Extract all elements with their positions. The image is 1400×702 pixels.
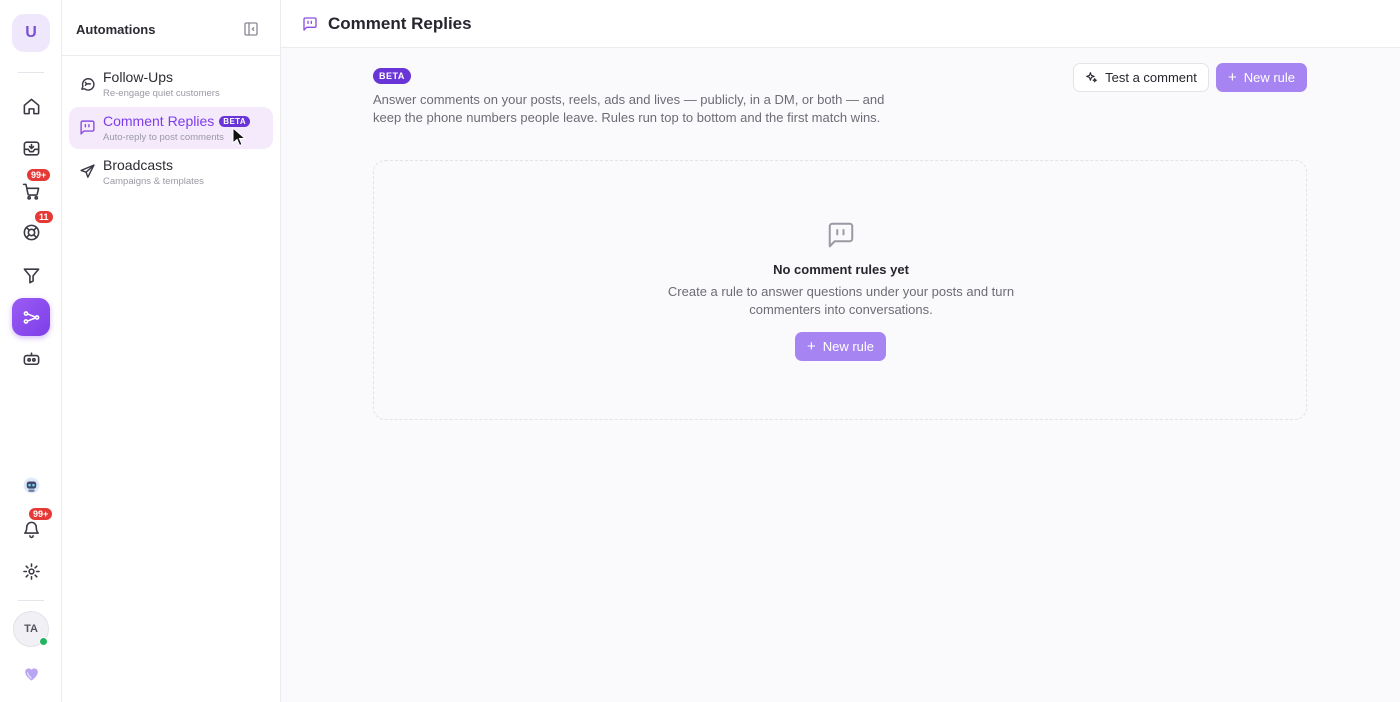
sparkles-icon	[1086, 72, 1098, 83]
page-title: Comment Replies	[328, 14, 472, 33]
test-comment-label: Test a comment	[1105, 70, 1197, 85]
sidebar-item-broadcasts[interactable]: Broadcasts Campaigns & templates	[69, 151, 273, 193]
sidebar-item-subtitle: Campaigns & templates	[103, 176, 204, 187]
sidebar-item-subtitle: Re-engage quiet customers	[103, 88, 220, 99]
beta-badge: BETA	[219, 116, 251, 127]
message-square-quote-icon	[302, 16, 318, 32]
notifications-badge: 99+	[28, 507, 54, 521]
page-header: Comment Replies	[281, 0, 1400, 48]
rail-divider	[18, 72, 44, 73]
sidebar-title: Automations	[76, 22, 156, 37]
empty-state-title: No comment rules yet	[773, 262, 909, 277]
main-content: Comment Replies BETA Answer comments on …	[281, 0, 1400, 702]
sidebar-header: Automations	[62, 0, 280, 56]
filter-icon[interactable]	[17, 261, 45, 289]
empty-state-text: Create a rule to answer questions under …	[667, 284, 1015, 317]
sidebar-item-label: Follow-Ups	[103, 69, 174, 85]
bot-icon[interactable]	[17, 345, 45, 373]
online-status-dot	[39, 637, 48, 646]
plus-icon: +	[806, 338, 816, 355]
new-rule-label: New rule	[822, 339, 875, 354]
message-circle-icon	[79, 75, 96, 92]
support-badge: 11	[34, 210, 54, 224]
sidebar-item-label: Broadcasts	[103, 157, 174, 173]
message-square-quote-icon	[79, 119, 96, 136]
message-square-quote-icon	[826, 220, 856, 250]
gear-icon[interactable]	[17, 557, 45, 585]
sidebar-item-label: Comment Replies BETA	[103, 113, 251, 129]
sidebar-item-follow-ups[interactable]: Follow-Ups Re-engage quiet customers	[69, 63, 273, 105]
home-icon[interactable]	[17, 92, 45, 120]
collapse-sidebar-icon[interactable]	[243, 21, 259, 37]
test-comment-button[interactable]: Test a comment	[1073, 63, 1209, 92]
rail-divider	[18, 600, 44, 601]
page-description: Answer comments on your posts, reels, ad…	[373, 92, 885, 125]
icon-rail: U 99+ 11 99+ TA	[0, 0, 62, 702]
new-rule-button[interactable]: + New rule	[1216, 63, 1307, 92]
workspace-avatar[interactable]: U	[12, 14, 50, 52]
sidebar-item-label-text: Comment Replies	[103, 113, 215, 129]
automations-icon[interactable]	[12, 298, 50, 336]
beta-badge: BETA	[373, 68, 411, 84]
empty-new-rule-button[interactable]: + New rule	[795, 332, 886, 361]
new-rule-label: New rule	[1243, 70, 1296, 85]
plus-icon: +	[1227, 69, 1237, 86]
inbox-icon[interactable]	[17, 134, 45, 162]
heart-logo-icon[interactable]	[17, 659, 45, 687]
robot-mascot-icon[interactable]	[17, 471, 45, 499]
empty-state: No comment rules yet Create a rule to an…	[373, 160, 1307, 420]
sidebar-item-subtitle: Auto-reply to post comments	[103, 132, 224, 143]
automations-sidebar: Automations Follow-Ups Re-engage quiet c…	[62, 0, 281, 702]
send-icon	[79, 163, 96, 180]
mouse-cursor-icon	[232, 127, 246, 147]
cart-badge: 99+	[26, 168, 52, 182]
